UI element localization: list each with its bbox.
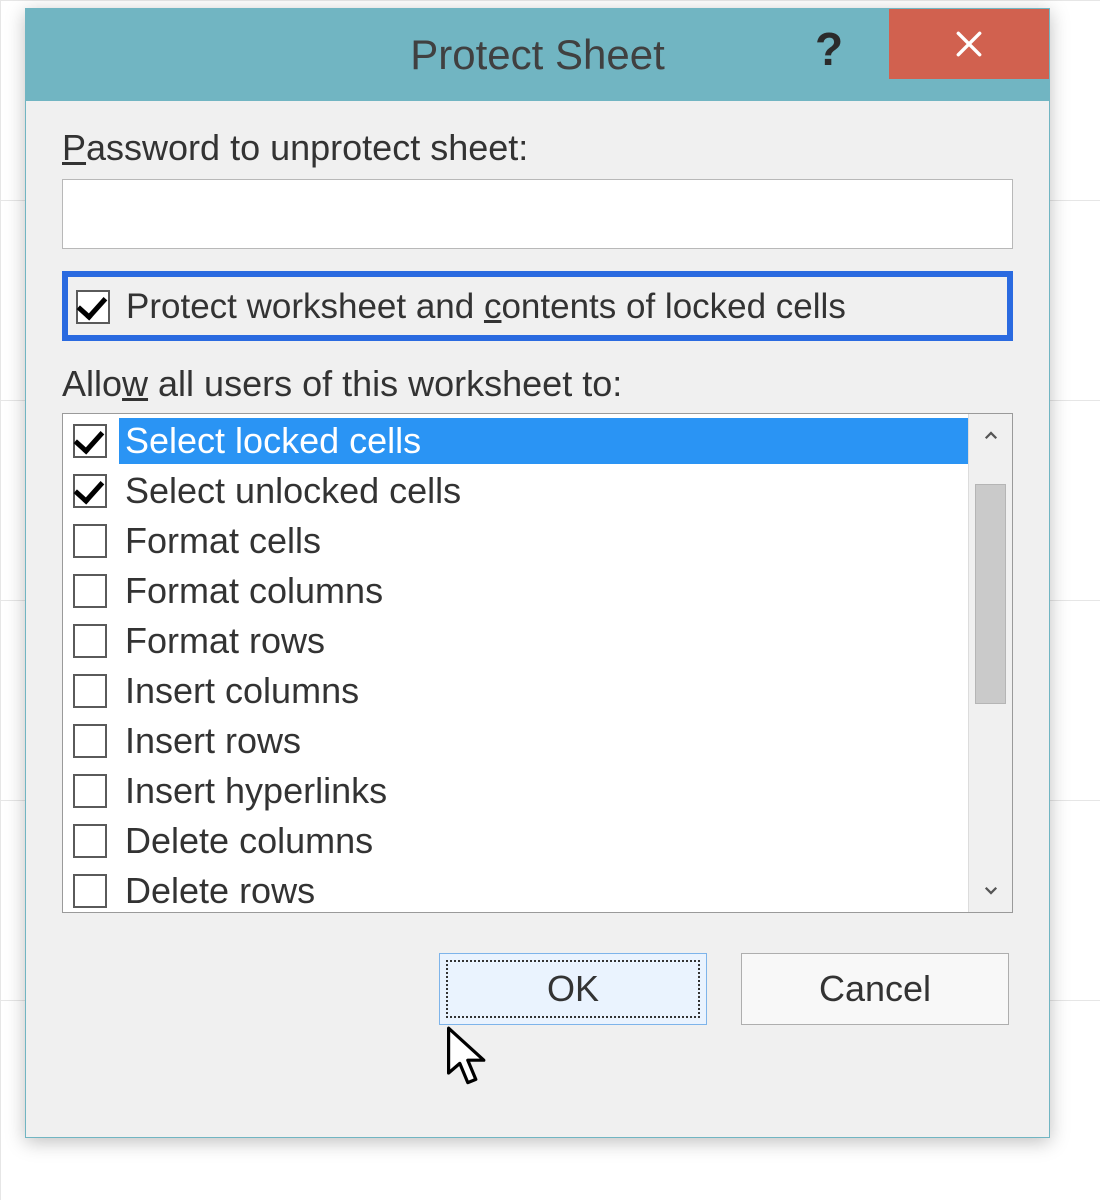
protect-sheet-dialog: Protect Sheet ? Password to unprotect sh… [25, 8, 1050, 1138]
scroll-track[interactable] [969, 458, 1012, 868]
permission-item[interactable]: Insert rows [69, 716, 968, 766]
scroll-up-button[interactable] [969, 414, 1013, 458]
permission-item[interactable]: Insert hyperlinks [69, 766, 968, 816]
password-input[interactable] [62, 179, 1013, 249]
permission-label: Format columns [119, 568, 968, 614]
permission-label: Select locked cells [119, 418, 968, 464]
permission-checkbox[interactable] [73, 524, 107, 558]
close-button[interactable] [889, 9, 1049, 79]
permission-label: Insert columns [119, 668, 968, 714]
permission-item[interactable]: Format rows [69, 616, 968, 666]
permission-checkbox[interactable] [73, 424, 107, 458]
permission-checkbox[interactable] [73, 824, 107, 858]
permission-checkbox[interactable] [73, 724, 107, 758]
permission-label: Insert hyperlinks [119, 768, 968, 814]
password-label: Password to unprotect sheet: [62, 127, 1013, 169]
permission-item[interactable]: Delete rows [69, 866, 968, 912]
permission-checkbox[interactable] [73, 874, 107, 908]
allow-users-label: Allow all users of this worksheet to: [62, 363, 1013, 405]
dialog-content: Password to unprotect sheet: Protect wor… [26, 101, 1049, 1137]
scroll-thumb[interactable] [975, 484, 1006, 704]
scroll-down-button[interactable] [969, 868, 1013, 912]
permission-checkbox[interactable] [73, 674, 107, 708]
dialog-title: Protect Sheet [410, 31, 664, 79]
permissions-list-inner: Select locked cellsSelect unlocked cells… [63, 414, 968, 912]
chevron-down-icon [982, 881, 1000, 899]
permission-label: Insert rows [119, 718, 968, 764]
permission-label: Delete columns [119, 818, 968, 864]
permission-item[interactable]: Format columns [69, 566, 968, 616]
permission-label: Format cells [119, 518, 968, 564]
help-icon: ? [815, 22, 843, 76]
chevron-up-icon [982, 427, 1000, 445]
protect-worksheet-checkbox[interactable] [76, 290, 110, 324]
permission-checkbox[interactable] [73, 624, 107, 658]
permission-checkbox[interactable] [73, 574, 107, 608]
titlebar[interactable]: Protect Sheet ? [26, 9, 1049, 101]
dialog-button-row: OK Cancel [62, 953, 1013, 1035]
scrollbar[interactable] [968, 414, 1012, 912]
close-icon [953, 28, 985, 60]
permission-item[interactable]: Insert columns [69, 666, 968, 716]
help-button[interactable]: ? [789, 9, 869, 89]
permission-label: Format rows [119, 618, 968, 664]
cancel-button[interactable]: Cancel [741, 953, 1009, 1025]
permission-checkbox[interactable] [73, 774, 107, 808]
permission-item[interactable]: Select unlocked cells [69, 466, 968, 516]
permission-label: Delete rows [119, 868, 968, 912]
ok-button[interactable]: OK [439, 953, 707, 1025]
permission-label: Select unlocked cells [119, 468, 968, 514]
protect-worksheet-label: Protect worksheet and contents of locked… [126, 287, 846, 327]
permission-checkbox[interactable] [73, 474, 107, 508]
permission-item[interactable]: Delete columns [69, 816, 968, 866]
permissions-listbox[interactable]: Select locked cellsSelect unlocked cells… [62, 413, 1013, 913]
permission-item[interactable]: Select locked cells [69, 416, 968, 466]
permission-item[interactable]: Format cells [69, 516, 968, 566]
protect-worksheet-row[interactable]: Protect worksheet and contents of locked… [62, 271, 1013, 341]
